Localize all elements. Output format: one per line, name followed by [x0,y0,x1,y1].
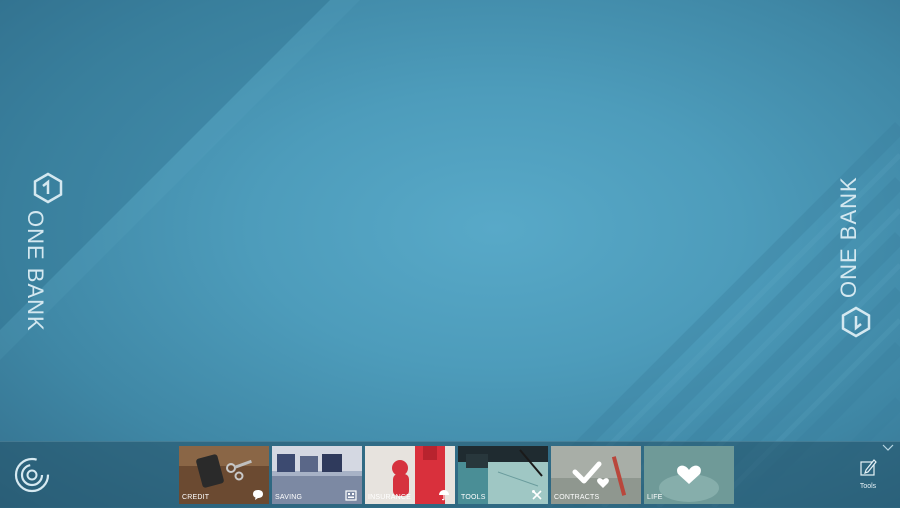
tile-life[interactable]: LIFE [644,446,734,504]
one-bank-logo-icon [33,172,63,204]
brand-left-text: ONE BANK [23,210,48,332]
tile-tools-label: TOOLS [461,494,486,501]
tile-tools[interactable]: TOOLS [458,446,548,504]
tile-life-label: LIFE [647,494,663,501]
background-pattern [0,0,900,507]
edit-icon [860,459,877,476]
swirl-logo-icon [14,457,50,493]
tile-contracts[interactable]: CONTRACTS [551,446,641,504]
brand-right-text: ONE BANK [836,176,861,298]
tile-insurance-label: INSURANCE [368,494,412,501]
tile-contracts-label: CONTRACTS [554,494,600,501]
chevron-down-icon[interactable] [882,444,894,452]
tile-credit[interactable]: CREDIT [179,446,269,504]
brand-right: ONE BANK [828,170,888,340]
umbrella-icon [439,490,449,501]
home-button[interactable] [12,455,52,495]
tile-saving-label: SAVING [275,494,303,501]
tools-label: Tools [859,483,877,490]
tile-saving[interactable]: SAVING [272,446,362,504]
chat-bubble-icon [253,490,263,500]
one-bank-logo-icon [841,306,871,338]
building-icon [345,490,357,501]
tile-insurance[interactable]: INSURANCE [365,446,455,504]
taskbar: CREDIT SAVING INSURANCE TOOLS CONTRACTS … [0,441,900,508]
tools-button[interactable]: Tools [852,457,884,493]
brand-left: ONE BANK [18,170,78,340]
tile-credit-label: CREDIT [182,494,210,501]
tools-icon [532,490,542,500]
